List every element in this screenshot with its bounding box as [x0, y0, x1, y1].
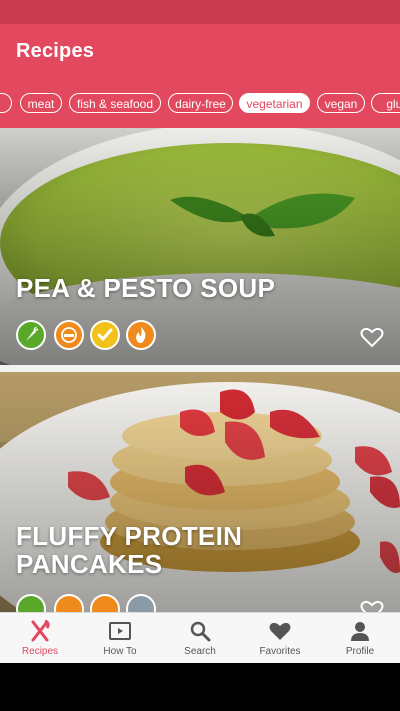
- filter-chip-partial[interactable]: e: [0, 93, 12, 113]
- bottom-navigation: Recipes How To Search Favorites Profile: [0, 612, 400, 663]
- recipes-app: Recipes e meat fish & seafood dairy-free…: [0, 0, 400, 663]
- filter-chip-dairy-free[interactable]: dairy-free: [168, 93, 233, 113]
- nav-label: Search: [184, 646, 216, 657]
- nav-label: How To: [103, 646, 137, 657]
- nav-label: Favorites: [259, 646, 301, 657]
- filter-chips[interactable]: e meat fish & seafood dairy-free vegetar…: [0, 93, 400, 115]
- nav-label: Profile: [345, 646, 375, 657]
- heart-icon: [269, 622, 291, 640]
- nav-item-profile[interactable]: Profile: [320, 613, 400, 663]
- nav-item-search[interactable]: Search: [160, 613, 240, 663]
- filter-chip-vegetarian[interactable]: vegetarian: [239, 93, 310, 113]
- search-icon: [190, 621, 211, 642]
- status-bar: [0, 0, 400, 24]
- filter-chip-gluten-partial[interactable]: glut: [371, 93, 400, 113]
- filter-chip-vegan[interactable]: vegan: [317, 93, 365, 113]
- video-play-icon: [109, 622, 131, 640]
- recipe-title: FLUFFY PROTEIN PANCAKES: [16, 521, 243, 579]
- favorite-heart-icon[interactable]: [360, 326, 384, 348]
- fork-knife-icon: [31, 619, 50, 642]
- filter-chip-fish-seafood[interactable]: fish & seafood: [69, 93, 161, 113]
- healthy-check-icon: [90, 320, 120, 350]
- person-icon: [351, 622, 369, 641]
- nav-item-how-to[interactable]: How To: [80, 613, 160, 663]
- vegetarian-carrot-icon: [16, 320, 46, 350]
- recipe-card[interactable]: FLUFFY PROTEIN PANCAKES: [0, 372, 400, 612]
- nav-item-recipes[interactable]: Recipes: [0, 613, 80, 663]
- recipe-card[interactable]: PEA & PESTO SOUP: [0, 128, 400, 365]
- nav-item-favorites[interactable]: Favorites: [240, 613, 320, 663]
- nav-label: Recipes: [21, 646, 59, 657]
- app-bar: Recipes e meat fish & seafood dairy-free…: [0, 24, 400, 128]
- page-title: Recipes: [16, 40, 95, 62]
- recipe-title: PEA & PESTO SOUP: [16, 273, 276, 303]
- calories-flame-icon: [126, 320, 156, 350]
- dairy-free-icon: [54, 320, 84, 350]
- filter-chip-meat[interactable]: meat: [20, 93, 62, 113]
- favorite-heart-icon[interactable]: [360, 599, 384, 612]
